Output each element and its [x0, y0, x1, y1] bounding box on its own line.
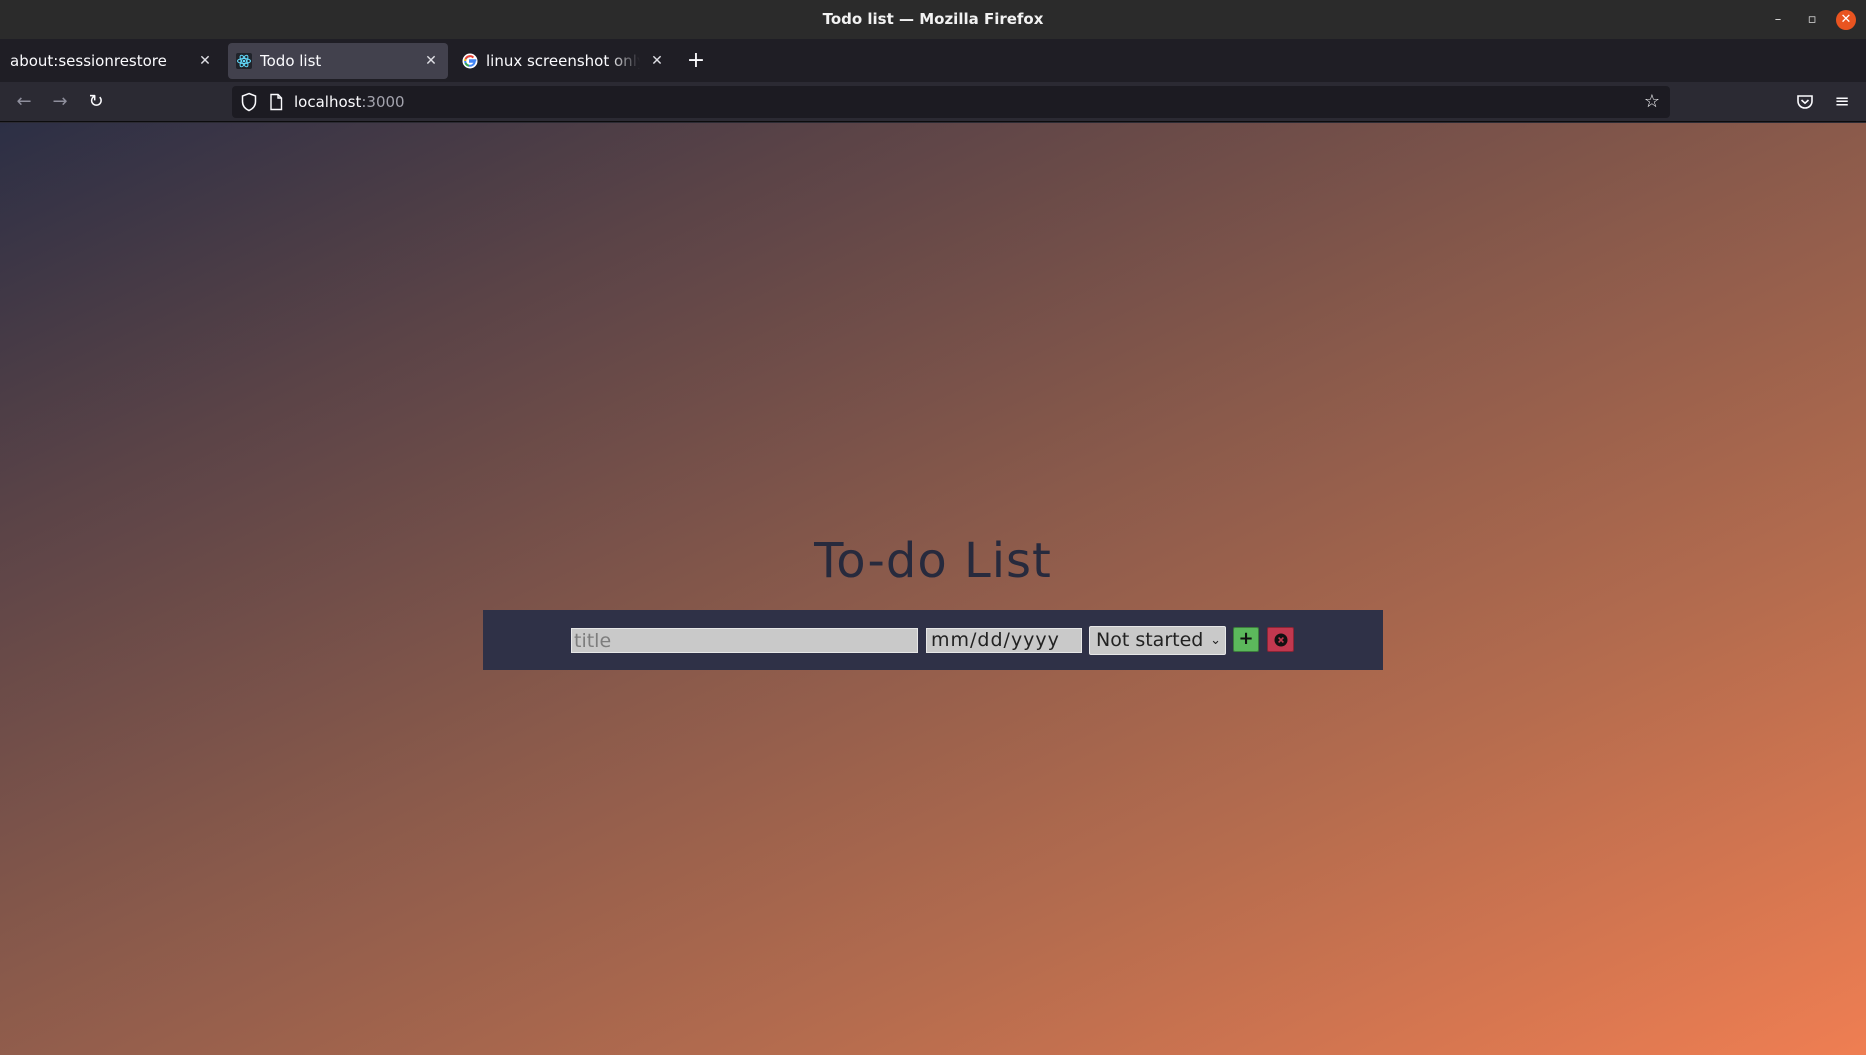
url-port: :3000 [361, 93, 405, 111]
clear-button[interactable] [1267, 627, 1294, 652]
page-icon[interactable] [268, 93, 284, 111]
forward-button[interactable]: → [48, 90, 72, 114]
pocket-icon[interactable] [1794, 91, 1816, 113]
tab-session-restore[interactable]: about:sessionrestore ✕ [0, 43, 222, 79]
tab-label: about:sessionrestore [10, 52, 167, 70]
hamburger-menu-icon[interactable]: ≡ [1830, 90, 1854, 114]
todo-form: mm/dd/yyyy Not started ⌄ + [483, 610, 1383, 670]
tab-label: Todo list [260, 52, 322, 70]
reload-button[interactable]: ↻ [84, 90, 108, 114]
tab-todo-list[interactable]: Todo list ✕ [228, 43, 448, 79]
navigation-toolbar: ← → ↻ localhost:3000 ☆ ≡ [0, 82, 1866, 122]
url-host: localhost [294, 93, 362, 111]
window-close-button[interactable]: ✕ [1836, 10, 1856, 30]
url-text[interactable]: localhost:3000 [294, 86, 405, 118]
tab-strip: about:sessionrestore ✕ Todo list ✕ linux… [0, 39, 1866, 82]
chevron-down-icon: ⌄ [1210, 633, 1221, 648]
back-button[interactable]: ← [12, 90, 36, 114]
window-title: Todo list — Mozilla Firefox [822, 10, 1044, 28]
tab-close-icon[interactable]: ✕ [422, 43, 440, 79]
url-bar[interactable]: localhost:3000 ☆ [232, 86, 1670, 118]
tab-close-icon[interactable]: ✕ [648, 43, 666, 79]
tab-google-search[interactable]: linux screenshot only one ✕ [454, 43, 674, 79]
maximize-button[interactable]: ▫ [1802, 10, 1822, 30]
window-titlebar: Todo list — Mozilla Firefox – ▫ ✕ [0, 0, 1866, 39]
add-todo-button[interactable]: + [1233, 627, 1259, 652]
status-selected-value: Not started [1096, 629, 1204, 651]
date-input[interactable]: mm/dd/yyyy [926, 628, 1082, 653]
bookmark-star-icon[interactable]: ☆ [1640, 90, 1664, 114]
title-input[interactable] [571, 628, 918, 653]
google-icon [462, 53, 478, 69]
minimize-button[interactable]: – [1768, 10, 1788, 30]
status-select[interactable]: Not started ⌄ [1089, 626, 1226, 655]
page-viewport: To-do List mm/dd/yyyy Not started ⌄ + [0, 123, 1866, 1055]
tab-close-icon[interactable]: ✕ [196, 43, 214, 79]
tab-label: linux screenshot only one [486, 52, 640, 70]
page-title: To-do List [814, 533, 1052, 589]
react-icon [236, 53, 252, 69]
close-circle-icon [1274, 633, 1288, 647]
new-tab-button[interactable]: + [684, 43, 708, 79]
shield-icon[interactable] [240, 92, 258, 112]
